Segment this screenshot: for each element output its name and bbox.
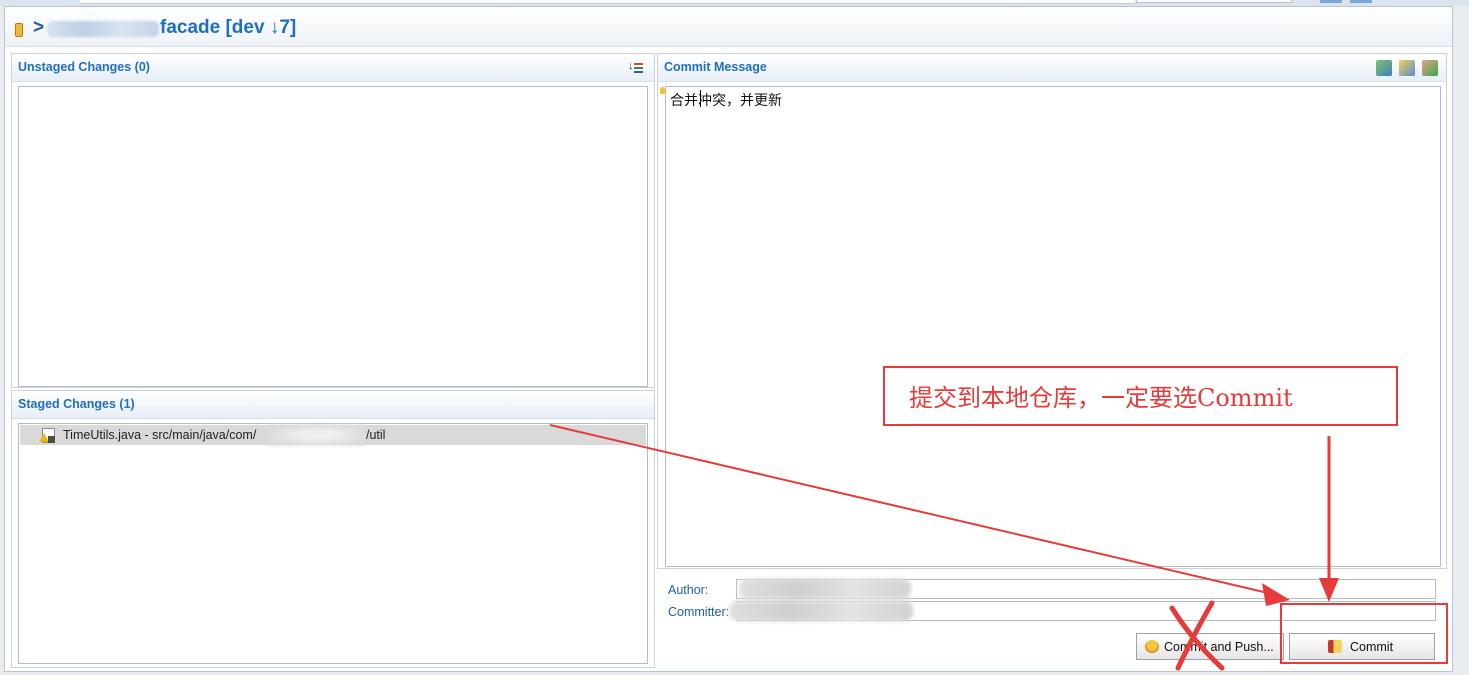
annotation-arrow-head xyxy=(1262,583,1290,606)
annotation-arrow-head xyxy=(1319,578,1339,602)
annotation-arrow-line xyxy=(549,424,1269,594)
egit-staging-screen: > facade [dev ↓7] Unstaged Changes (0) ↓… xyxy=(0,0,1469,675)
annotation-arrows xyxy=(549,424,1339,671)
annotation-cross-mark xyxy=(1169,605,1225,671)
annotation-cross-mark xyxy=(1175,600,1215,671)
